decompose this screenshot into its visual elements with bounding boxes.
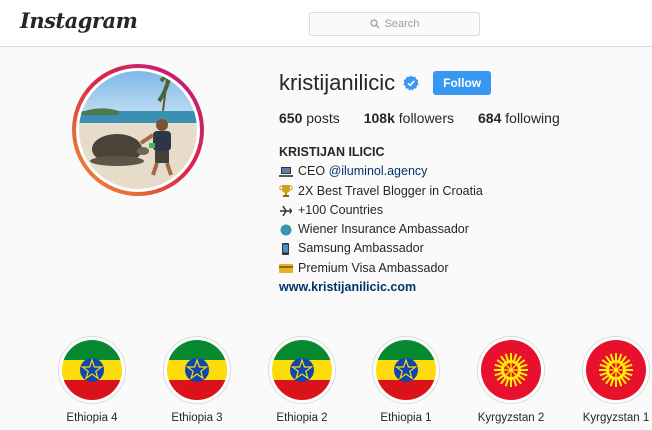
highlight-cover[interactable] <box>477 336 545 404</box>
bio-line-insurance: Wiener Insurance Ambassador <box>279 220 483 239</box>
profile-header-row: kristijanilicic Follow <box>279 70 492 96</box>
bio-line-ceo: CEO @iluminol.agency <box>279 162 483 181</box>
posts-count: 650 <box>279 110 303 126</box>
search-icon <box>369 19 380 29</box>
highlight-item[interactable]: Kyrgyzstan 2 <box>476 336 546 424</box>
followers-count: 108k <box>363 110 395 126</box>
following-stat[interactable]: 684 following <box>478 110 560 126</box>
following-count: 684 <box>478 110 502 126</box>
bio-website-link[interactable]: www.kristijanilicic.com <box>279 278 483 297</box>
ethiopia-flag-icon <box>62 340 122 400</box>
highlight-item[interactable]: Ethiopia 1 <box>371 336 441 424</box>
follow-button[interactable]: Follow <box>433 71 492 95</box>
globe-icon <box>280 224 292 236</box>
highlight-item[interactable]: Kyrgyzstan 1 <box>581 336 651 424</box>
profile-stats: 650 posts 108k followers 684 following <box>279 110 584 126</box>
ethiopia-flag-icon <box>272 340 332 400</box>
profile-bio: KRISTIJAN ILICIC CEO @iluminol.agency 2X… <box>279 143 483 297</box>
posts-stat: 650 posts <box>279 110 340 126</box>
posts-label: posts <box>306 110 340 126</box>
highlight-label: Ethiopia 2 <box>276 412 328 424</box>
highlight-item[interactable]: Ethiopia 4 <box>57 336 127 424</box>
instagram-logo[interactable]: Instagram <box>20 8 138 33</box>
bio-visa-text: Premium Visa Ambassador <box>298 260 449 275</box>
ethiopia-flag-icon <box>167 340 227 400</box>
mobile-phone-icon <box>282 243 289 256</box>
verified-badge-icon <box>403 75 419 91</box>
profile-avatar[interactable] <box>72 64 204 196</box>
laptop-icon <box>279 166 293 177</box>
credit-card-icon <box>279 264 293 274</box>
search-placeholder: Search <box>384 18 420 30</box>
followers-label: followers <box>398 110 455 126</box>
highlight-cover[interactable] <box>163 336 231 404</box>
bio-samsung-text: Samsung Ambassador <box>298 241 424 256</box>
bio-line-countries: +100 Countries <box>279 201 483 220</box>
highlight-cover[interactable] <box>582 336 650 404</box>
trophy-icon <box>279 185 293 198</box>
bio-blogger-text: 2X Best Travel Blogger in Croatia <box>298 183 483 198</box>
bio-line-visa: Premium Visa Ambassador <box>279 259 483 278</box>
profile-username: kristijanilicic <box>279 70 396 95</box>
top-navigation-bar: Instagram Search <box>0 0 652 47</box>
bio-ceo-prefix: CEO <box>298 164 329 179</box>
following-label: following <box>505 110 560 126</box>
highlight-label: Ethiopia 1 <box>380 412 432 424</box>
avatar-photo <box>79 71 197 189</box>
highlight-item[interactable]: Ethiopia 2 <box>267 336 337 424</box>
airplane-icon <box>280 205 292 216</box>
highlight-label: Ethiopia 4 <box>66 412 118 424</box>
bio-insurance-text: Wiener Insurance Ambassador <box>298 222 469 237</box>
highlight-label: Ethiopia 3 <box>171 412 223 424</box>
search-input[interactable]: Search <box>309 12 480 36</box>
highlight-item[interactable]: Ethiopia 3 <box>162 336 232 424</box>
highlight-label: Kyrgyzstan 1 <box>582 412 650 424</box>
highlight-cover[interactable] <box>372 336 440 404</box>
bio-line-blogger: 2X Best Travel Blogger in Croatia <box>279 182 483 201</box>
bio-line-samsung: Samsung Ambassador <box>279 239 483 258</box>
bio-agency-mention-link[interactable]: @iluminol.agency <box>329 162 428 181</box>
bio-countries-text: +100 Countries <box>298 202 384 217</box>
followers-stat[interactable]: 108k followers <box>364 110 454 126</box>
highlight-cover[interactable] <box>268 336 336 404</box>
bio-full-name: KRISTIJAN ILICIC <box>279 145 385 159</box>
highlight-cover[interactable] <box>58 336 126 404</box>
kyrgyzstan-flag-icon <box>481 340 541 400</box>
ethiopia-flag-icon <box>376 340 436 400</box>
kyrgyzstan-flag-icon <box>586 340 646 400</box>
highlight-label: Kyrgyzstan 2 <box>477 412 545 424</box>
